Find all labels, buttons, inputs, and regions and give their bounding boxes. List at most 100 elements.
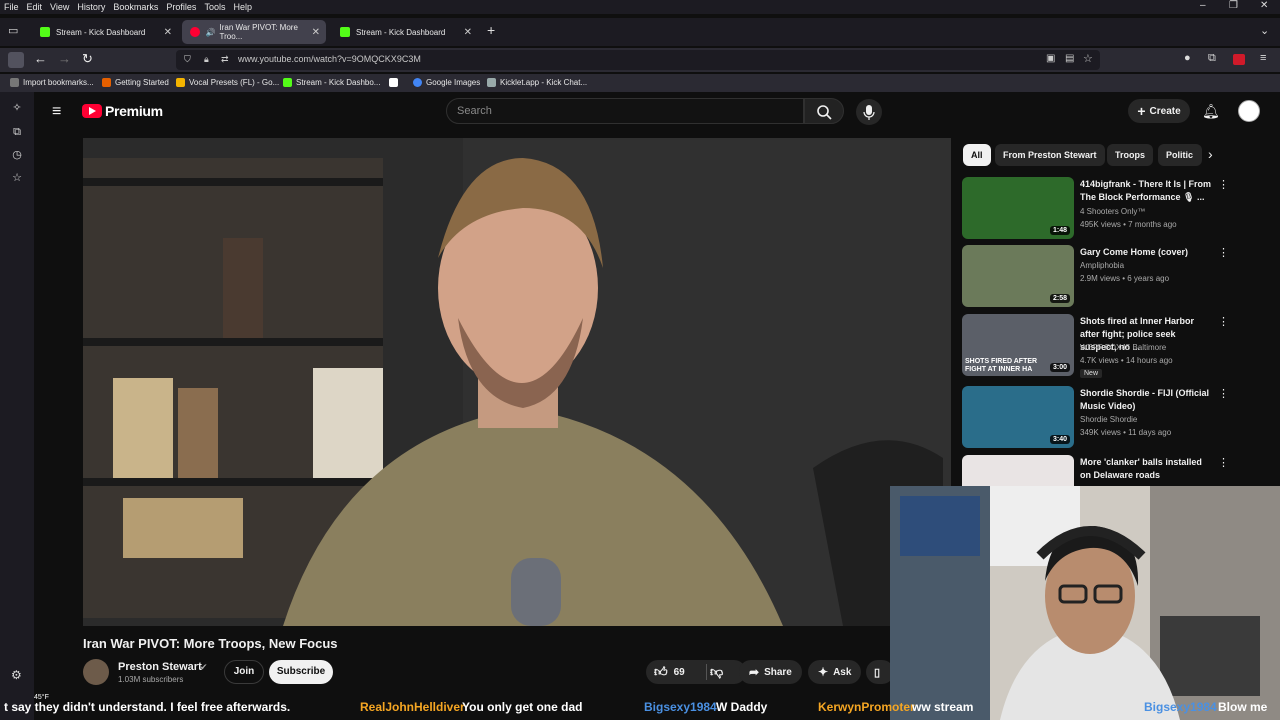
reader-icon[interactable]: ▤ [1065, 53, 1074, 64]
menu-file[interactable]: File [4, 2, 19, 12]
tab-kick-dashboard-2[interactable]: Stream - Kick Dashboard ✕ [332, 20, 478, 44]
speaker-icon[interactable]: 🔊 [206, 28, 216, 37]
rec-thumbnail[interactable]: 3:40 [962, 386, 1074, 448]
dislike-icon[interactable]: 👎︎ [710, 664, 723, 680]
bookmark-vocal-presets[interactable]: Vocal Presets (FL) - Go... [176, 78, 279, 87]
rec-item[interactable]: More 'clanker' balls installed on Delawa… [962, 455, 1262, 487]
drive-icon [176, 78, 185, 87]
share-button[interactable]: ➦ Share [739, 660, 802, 684]
rec-channel[interactable]: WBFF FOX45 Baltimore [1080, 343, 1166, 352]
rec-thumbnail[interactable] [962, 455, 1074, 487]
back-icon[interactable]: ← [34, 51, 47, 66]
join-button[interactable]: Join [224, 660, 264, 684]
new-tab-button[interactable]: + [487, 22, 495, 38]
menu-bookmarks[interactable]: Bookmarks [113, 2, 158, 12]
rec-item[interactable]: SHOTS FIRED AFTER FIGHT AT INNER HA 3:00… [962, 314, 1262, 380]
rec-title[interactable]: More 'clanker' balls installed on Delawa… [1080, 456, 1212, 482]
bookmark-getting-started[interactable]: Getting Started [102, 78, 169, 87]
menu-edit[interactable]: Edit [27, 2, 43, 12]
duration-badge: 3:00 [1049, 363, 1070, 372]
create-button[interactable]: + Create [1128, 99, 1190, 123]
more-vert-icon[interactable]: ⋮ [1218, 246, 1229, 259]
rec-thumbnail[interactable]: SHOTS FIRED AFTER FIGHT AT INNER HA 3:00 [962, 314, 1074, 376]
bookmarks-icon[interactable]: ☆ [11, 172, 23, 184]
menu-history[interactable]: History [77, 2, 105, 12]
tab-kick-dashboard-1[interactable]: Stream - Kick Dashboard ✕ [32, 20, 178, 44]
rec-channel[interactable]: 4 Shooters Only™ [1080, 207, 1145, 216]
ai-chat-icon[interactable]: ✧ [11, 102, 23, 114]
pip-icon[interactable]: ▣ [1046, 53, 1055, 64]
bookmark-kicklet[interactable]: Kicklet.app - Kick Chat... [487, 78, 587, 87]
channel-avatar[interactable] [83, 659, 109, 685]
more-vert-icon[interactable]: ⋮ [1218, 315, 1229, 328]
notifications-bell-icon[interactable]: 🔔︎ [1202, 103, 1220, 120]
youtube-logo[interactable]: Premium [82, 103, 163, 119]
url-text[interactable]: www.youtube.com/watch?v=9OMQCKX9C3M [238, 54, 421, 64]
bookmark-kick-dashboard[interactable]: Stream - Kick Dashbo... [283, 78, 380, 87]
rec-title[interactable]: Shordie Shordie - FIJI (Official Music V… [1080, 387, 1212, 413]
chevron-right-icon[interactable]: › [1208, 146, 1213, 162]
rec-thumbnail[interactable]: 2:58 [962, 245, 1074, 307]
bookmark-star-icon[interactable]: ☆ [1083, 52, 1093, 65]
history-icon[interactable]: ◷ [11, 149, 23, 161]
sidebar-toggle-icon[interactable] [8, 52, 24, 68]
minimize-icon[interactable]: – [1200, 0, 1206, 11]
menu-icon[interactable]: ≡ [1260, 52, 1266, 64]
rec-item[interactable]: 1:48 414bigfrank - There It Is | From Th… [962, 177, 1262, 239]
extension-badge-icon[interactable] [1233, 54, 1245, 65]
reload-icon[interactable]: ↻ [82, 51, 93, 67]
chevron-down-icon[interactable]: ⌄ [1260, 24, 1269, 37]
search-input[interactable]: Search [446, 98, 804, 124]
voice-search-button[interactable] [856, 99, 882, 125]
chip-from-preston-stewart[interactable]: From Preston Stewart [995, 144, 1105, 166]
menu-help[interactable]: Help [233, 2, 252, 12]
channel-name[interactable]: Preston Stewart [118, 661, 202, 673]
close-tab-icon[interactable]: ✕ [164, 27, 172, 38]
bookmark-label: Stream - Kick Dashbo... [296, 78, 381, 87]
webcam-overlay [890, 486, 1280, 720]
rec-title[interactable]: Gary Come Home (cover) [1080, 246, 1212, 259]
forward-icon[interactable]: → [58, 51, 71, 66]
close-window-icon[interactable]: ✕ [1260, 0, 1268, 11]
permissions-icon[interactable]: ⇄ [221, 54, 229, 65]
shield-icon[interactable]: ⛉ [184, 54, 191, 65]
search-button[interactable] [804, 98, 844, 124]
rec-thumbnail[interactable]: 1:48 [962, 177, 1074, 239]
close-tab-icon[interactable]: ✕ [312, 27, 320, 38]
hamburger-menu-icon[interactable]: ≡ [52, 103, 61, 121]
account-icon[interactable]: ● [1184, 52, 1191, 64]
restore-icon[interactable]: ❐ [1229, 0, 1238, 11]
share-label: Share [764, 666, 792, 678]
lock-icon[interactable]: 🔒︎ [204, 54, 209, 65]
like-icon[interactable]: 👍︎ [654, 664, 668, 680]
rec-item[interactable]: 3:40 Shordie Shordie - FIJI (Official Mu… [962, 386, 1262, 448]
video-player[interactable] [83, 138, 951, 626]
menu-tools[interactable]: Tools [204, 2, 225, 12]
tab-list-icon[interactable]: ▭ [8, 24, 18, 37]
bookmark-s[interactable] [389, 78, 402, 87]
gear-icon[interactable]: ⚙ [11, 668, 22, 682]
synced-tabs-icon[interactable]: ⧉ [11, 126, 23, 138]
rec-channel[interactable]: Ampliphobia [1080, 261, 1124, 270]
chip-all[interactable]: All [963, 144, 991, 166]
s-icon [389, 78, 398, 87]
rec-item[interactable]: 2:58 Gary Come Home (cover) Ampliphobia … [962, 245, 1262, 307]
chip-troops[interactable]: Troops [1107, 144, 1154, 166]
more-vert-icon[interactable]: ⋮ [1218, 387, 1229, 400]
rec-title[interactable]: 414bigfrank - There It Is | From The Blo… [1080, 178, 1212, 204]
close-tab-icon[interactable]: ✕ [464, 27, 472, 38]
more-vert-icon[interactable]: ⋮ [1218, 178, 1229, 191]
account-avatar[interactable] [1238, 100, 1260, 122]
ask-button[interactable]: ✦ Ask [808, 660, 862, 684]
subscribe-button[interactable]: Subscribe [269, 660, 333, 684]
extensions-icon[interactable]: ⧉ [1208, 52, 1216, 65]
like-count: 69 [673, 666, 685, 678]
tab-youtube-video[interactable]: 🔊 Iran War PIVOT: More Troo... ✕ [182, 20, 326, 44]
more-vert-icon[interactable]: ⋮ [1218, 456, 1229, 469]
bookmark-google-images[interactable]: Google Images [413, 78, 480, 87]
chip-politics[interactable]: Politic [1158, 144, 1202, 166]
menu-profiles[interactable]: Profiles [166, 2, 196, 12]
menu-view[interactable]: View [50, 2, 69, 12]
rec-channel[interactable]: Shordie Shordie [1080, 415, 1137, 424]
bookmark-import[interactable]: Import bookmarks... [10, 78, 94, 87]
